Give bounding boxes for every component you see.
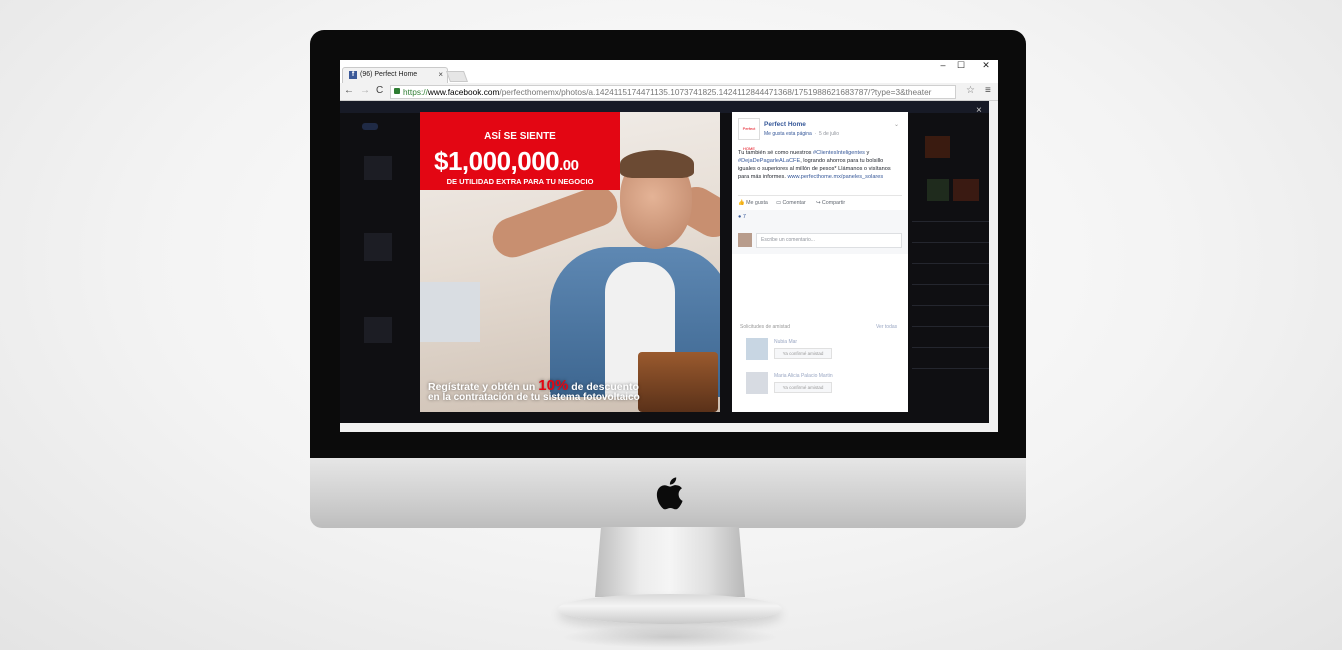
dimmed-ad	[953, 179, 979, 201]
promo-bottom: Regístrate y obtén un 10% de descuento e…	[420, 372, 640, 412]
dimmed-thumb	[364, 233, 392, 261]
tab-close-icon[interactable]: ×	[438, 70, 443, 79]
dimmed-divider	[912, 305, 989, 306]
browser-menu-icon[interactable]: ≡	[985, 85, 991, 96]
dimmed-thumb	[364, 156, 392, 180]
avatar	[738, 233, 752, 247]
lock-icon	[394, 88, 400, 94]
reactions-count[interactable]: ● 7	[738, 214, 746, 220]
facebook-theater: × ASÍ SE SIENTE $1,000,000.00 DE UTILIDA…	[340, 101, 989, 423]
dimmed-divider	[912, 221, 989, 222]
like-button[interactable]: 👍 Me gusta	[738, 200, 768, 206]
suggestion-name[interactable]: Nubia Mar	[774, 339, 797, 345]
facebook-favicon-icon: f	[349, 71, 357, 79]
promo-headline: ASÍ SE SIENTE	[484, 131, 556, 142]
promo-bottom-line2: en la contratación de tu sistema fotovol…	[428, 392, 640, 403]
dimmed-divider	[912, 242, 989, 243]
theater-close-icon[interactable]: ×	[976, 105, 982, 116]
suggestion-name[interactable]: Maria Alicia Palacio Martin	[774, 373, 833, 379]
back-button[interactable]: ←	[344, 85, 354, 96]
dimmed-divider	[912, 263, 989, 264]
comment-input[interactable]: Escribe un comentario...	[756, 233, 902, 248]
maximize-button[interactable]: ☐	[953, 60, 969, 71]
hashtag-link[interactable]: #ClientesInteligentes	[813, 150, 865, 156]
chevron-down-icon[interactable]: ⌄	[894, 121, 899, 128]
like-page-link[interactable]: Me gusta esta página	[764, 131, 812, 137]
forward-button[interactable]: →	[360, 85, 370, 96]
ad-photo[interactable]: ASÍ SE SIENTE $1,000,000.00 DE UTILIDAD …	[420, 112, 720, 412]
imac-mockup: f (96) Perfect Home × – ☐ ✕ ← → C https:…	[0, 0, 1342, 650]
post-link[interactable]: www.perfecthome.mx/paneles_solares	[787, 174, 883, 180]
suggestions-header: Solicitudes de amistad	[740, 324, 791, 330]
bookmark-star-icon[interactable]: ☆	[966, 85, 975, 96]
tab-title: (96) Perfect Home	[360, 71, 418, 78]
promo-amount: $1,000,000.00	[434, 146, 579, 176]
hashtag-link[interactable]: #DejaDePagarleALaCFE	[738, 158, 800, 164]
avatar[interactable]	[746, 338, 768, 360]
add-friend-button[interactable]: Ya confirmé amistad	[774, 348, 832, 359]
avatar[interactable]	[746, 372, 768, 394]
horizontal-scrollbar[interactable]	[340, 423, 998, 432]
suggestion-item: Nubia Mar Ya confirmé amistad	[746, 338, 896, 362]
reload-button[interactable]: C	[376, 85, 383, 96]
laptop-shape	[420, 282, 480, 342]
see-all-link[interactable]: Ver todas	[876, 324, 897, 330]
divider	[738, 195, 902, 196]
comments-area: ● 7 Escribe un comentario...	[732, 210, 908, 254]
new-tab-button[interactable]	[445, 71, 469, 82]
address-bar[interactable]: https://www.facebook.com/perfecthomemx/p…	[390, 85, 956, 99]
suggestion-item: Maria Alicia Palacio Martin Ya confirmé …	[746, 372, 896, 396]
dimmed-divider	[912, 368, 989, 369]
post-meta: Me gusta esta página · 5 de julio	[764, 131, 840, 137]
monitor-stand-neck	[595, 527, 745, 597]
minimize-button[interactable]: –	[935, 60, 951, 70]
post-date[interactable]: 5 de julio	[819, 131, 839, 137]
dimmed-button	[362, 123, 378, 130]
browser-toolbar: ← → C https://www.facebook.com/perfectho…	[340, 83, 998, 101]
tab-strip: f (96) Perfect Home × – ☐ ✕	[340, 60, 998, 84]
url-text: https://www.facebook.com/perfecthomemx/p…	[403, 87, 932, 97]
page-name-link[interactable]: Perfect Home	[764, 121, 806, 128]
browser-window: f (96) Perfect Home × – ☐ ✕ ← → C https:…	[340, 60, 998, 432]
monitor-stand-base	[558, 594, 782, 624]
dimmed-divider	[912, 284, 989, 285]
promo-subline: DE UTILIDAD EXTRA PARA TU NEGOCIO	[446, 177, 594, 186]
post-sidepanel: Perfect HOME Perfect Home Me gusta esta …	[732, 112, 908, 412]
dimmed-ad	[927, 179, 949, 201]
dimmed-divider	[912, 347, 989, 348]
dimmed-thumb	[364, 317, 392, 343]
dimmed-divider	[912, 326, 989, 327]
share-button[interactable]: ↪ Compartir	[816, 200, 845, 206]
mug-shape	[638, 352, 718, 412]
vertical-scrollbar[interactable]	[989, 101, 998, 423]
dimmed-ad	[925, 136, 950, 158]
close-window-button[interactable]: ✕	[978, 60, 994, 71]
post-text: Tu también sé como nuestros #ClientesInt…	[738, 150, 891, 180]
stand-shadow	[560, 626, 780, 648]
add-friend-button[interactable]: Ya confirmé amistad	[774, 382, 832, 393]
browser-tab[interactable]: f (96) Perfect Home ×	[342, 67, 448, 84]
comment-button[interactable]: ▭ Comentar	[776, 200, 806, 206]
page-avatar[interactable]: Perfect HOME	[738, 118, 760, 151]
apple-logo-icon	[656, 477, 683, 510]
hair-shape	[620, 150, 694, 178]
